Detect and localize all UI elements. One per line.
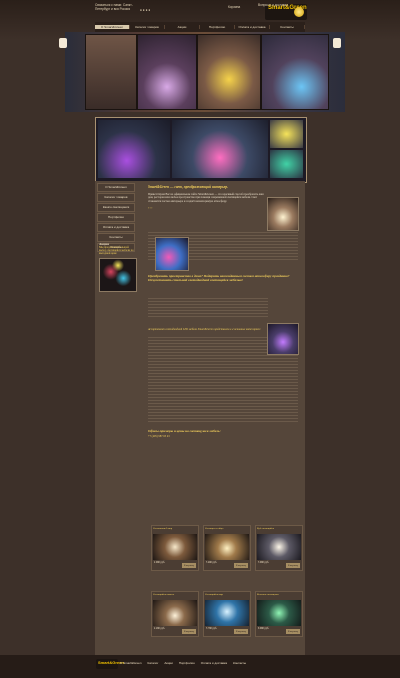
product-name[interactable]: Светящееся яйцо xyxy=(205,527,249,530)
product-card[interactable]: Светящийся камень 4 290 руб. В корзину xyxy=(151,591,199,637)
add-to-cart-button[interactable]: В корзину xyxy=(286,629,300,634)
product-price: 6 990 руб. xyxy=(258,627,269,630)
nav-item-contacts[interactable]: Контакты xyxy=(270,25,305,29)
cart-link[interactable]: Корзина xyxy=(228,5,250,10)
intro-text: Приветствуем Вас на официальном сайте Sm… xyxy=(148,193,264,203)
phone-number[interactable]: +7 (495) 987 65 43 xyxy=(148,435,300,438)
banner-photo-4 xyxy=(270,150,303,178)
footer-nav-catalog[interactable]: Каталог xyxy=(148,661,159,665)
contact-note[interactable]: Вопросы и доставка xyxy=(258,3,298,8)
nav-item-delivery[interactable]: Оплата и доставка xyxy=(235,25,270,29)
product-image[interactable] xyxy=(257,534,301,560)
banner-photo-1 xyxy=(98,120,170,178)
footer-nav-portfolio[interactable]: Портфолио xyxy=(179,661,195,665)
article-image-2 xyxy=(155,237,189,271)
hero-photo-2 xyxy=(137,34,197,110)
product-price: 4 290 руб. xyxy=(154,627,165,630)
showcase-banner xyxy=(95,117,307,183)
product-image[interactable] xyxy=(205,600,249,626)
nav-item-about[interactable]: О Smart&Green xyxy=(95,25,130,29)
nav-item-sales[interactable]: Акции xyxy=(165,25,200,29)
prices-heading: Офисы-примеры и цены на светящуюся мебел… xyxy=(148,429,221,434)
product-card[interactable]: Куб светящийся 3 990 руб. В корзину xyxy=(255,525,303,571)
hero-photo-1 xyxy=(85,34,137,110)
footer-logo[interactable]: Smart&Green xyxy=(96,659,124,669)
product-name[interactable]: Куб светящийся xyxy=(257,527,301,530)
hero-photo-3 xyxy=(197,34,261,110)
sidebar-item-contacts[interactable]: Контакты xyxy=(97,233,135,242)
product-price: 5 490 руб. xyxy=(206,561,217,564)
add-to-cart-button[interactable]: В корзину xyxy=(182,629,196,634)
product-price: 3 790 руб. xyxy=(206,627,217,630)
sidebar-item-delivery[interactable]: Оплата и доставка xyxy=(97,223,135,232)
hero-lamp-right xyxy=(333,38,341,48)
question-heading: Преобразить пространство в доме? Подарит… xyxy=(148,274,290,283)
product-card[interactable]: Светящееся яйцо 5 490 руб. В корзину xyxy=(203,525,251,571)
product-image[interactable] xyxy=(153,600,197,626)
product-price: 3 990 руб. xyxy=(258,561,269,564)
product-image[interactable] xyxy=(205,534,249,560)
header-phone-note: Связаться с нами: Санкт-Петербург и вся … xyxy=(95,3,133,11)
product-image[interactable] xyxy=(257,600,301,626)
main-nav: О Smart&Green Каталог товаров Акции Порт… xyxy=(95,22,305,32)
banner-photo-3 xyxy=(270,120,303,148)
footer-nav-sales[interactable]: Акции xyxy=(164,661,172,665)
nav-item-portfolio[interactable]: Портфолио xyxy=(200,25,235,29)
product-name[interactable]: Светильник Lamp xyxy=(153,527,197,530)
sidebar-item-about[interactable]: О Smart&Green xyxy=(97,183,135,192)
add-to-cart-button[interactable]: В корзину xyxy=(234,629,248,634)
add-to-cart-button[interactable]: В корзину xyxy=(182,563,196,568)
add-to-cart-button[interactable]: В корзину xyxy=(286,563,300,568)
product-name[interactable]: Светящийся камень xyxy=(153,593,197,596)
footer-nav-about[interactable]: О Smart&Green xyxy=(120,661,142,665)
product-name[interactable]: Светящийся шар xyxy=(205,593,249,596)
product-name[interactable]: Колонна светящаяся xyxy=(257,593,301,596)
article-image-1 xyxy=(267,197,299,231)
page-title: Smart&Green — свет, преображающий интерь… xyxy=(148,185,229,189)
logo-bulb-icon xyxy=(294,7,304,17)
promo-block: Акция Мы предлагаем большой выбор светящ… xyxy=(99,242,137,292)
promo-text[interactable]: Мы предлагаем большой выбор светящейся м… xyxy=(99,246,135,256)
product-price: 4 990 руб. xyxy=(154,561,165,564)
banner-photo-2 xyxy=(172,120,268,178)
header: Связаться с нами: Санкт-Петербург и вся … xyxy=(95,2,307,22)
hero-lamp-left xyxy=(59,38,67,48)
page: Связаться с нами: Санкт-Петербург и вся … xyxy=(0,0,400,678)
footer-nav-contacts[interactable]: Контакты xyxy=(233,661,246,665)
promo-image[interactable] xyxy=(99,257,137,292)
hero-photo-4 xyxy=(261,34,329,110)
article-image-3 xyxy=(267,323,299,355)
add-to-cart-button[interactable]: В корзину xyxy=(234,563,248,568)
nav-item-catalog[interactable]: Каталог товаров xyxy=(130,25,165,29)
social-icons[interactable]: ● ● ● ● xyxy=(140,8,150,13)
hero-banner xyxy=(59,32,345,112)
product-card[interactable]: Светильник Lamp 4 990 руб. В корзину xyxy=(151,525,199,571)
product-image[interactable] xyxy=(153,534,197,560)
paragraph-block xyxy=(148,296,268,319)
footer-nav-delivery[interactable]: Оплата и доставка xyxy=(201,661,227,665)
product-card[interactable]: Светящийся шар 3 790 руб. В корзину xyxy=(203,591,251,637)
footer-nav: О Smart&Green Каталог Акции Портфолио Оп… xyxy=(120,661,246,665)
footer: Smart&Green О Smart&Green Каталог Акции … xyxy=(0,655,400,678)
sidebar-item-pots[interactable]: Кашпо светящиеся xyxy=(97,203,135,212)
sidebar-item-catalog[interactable]: Каталог товаров xyxy=(97,193,135,202)
content-panel: О Smart&Green Каталог товаров Кашпо свет… xyxy=(95,181,305,655)
sidebar-item-portfolio[interactable]: Портфолио xyxy=(97,213,135,222)
product-card[interactable]: Колонна светящаяся 6 990 руб. В корзину xyxy=(255,591,303,637)
